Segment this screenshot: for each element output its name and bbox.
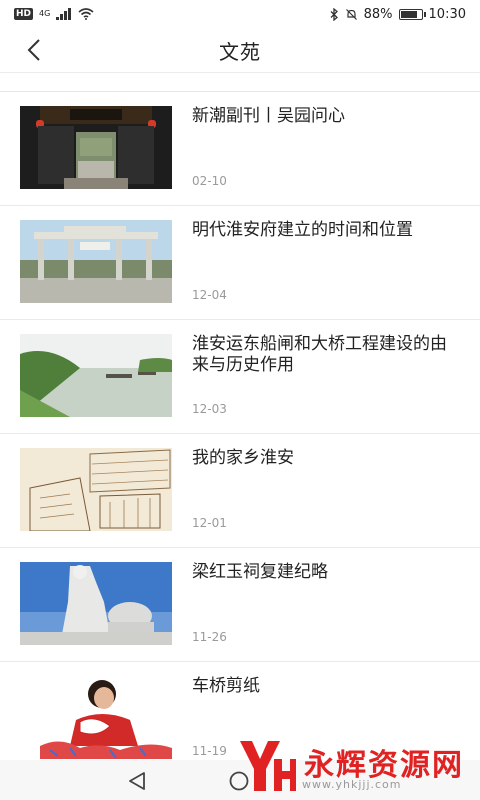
- article-title: 车桥剪纸: [192, 676, 260, 696]
- list-item[interactable]: 我的家乡淮安 12-01: [0, 434, 480, 548]
- mute-bell-icon: [345, 8, 357, 20]
- article-date: 02-10: [192, 174, 227, 188]
- article-title: 新潮副刊丨吴园问心: [192, 106, 345, 126]
- article-list: 新潮副刊丨吴园问心 02-10 明代淮安府建立的时间和位置 12-04 淮安运东…: [0, 92, 480, 775]
- watermark-logo: [240, 741, 296, 791]
- river-icon: [20, 334, 172, 417]
- chevron-left-icon: [27, 39, 40, 61]
- article-thumbnail: [20, 562, 172, 645]
- article-date: 11-26: [192, 630, 227, 644]
- nav-back-icon[interactable]: [126, 770, 148, 792]
- battery-icon: [398, 8, 426, 20]
- article-thumbnail: [20, 106, 172, 189]
- list-item[interactable]: 明代淮安府建立的时间和位置 12-04: [0, 206, 480, 320]
- signal-icon: [56, 8, 72, 20]
- article-date: 12-01: [192, 516, 227, 530]
- watermark-url: www.yhkjjj.com: [302, 778, 402, 791]
- clock-time: 10:30: [428, 6, 466, 22]
- article-thumbnail: [20, 448, 172, 531]
- battery-percent: 88%: [363, 6, 393, 22]
- status-bar: HD 4G 88% 10:30: [0, 0, 480, 28]
- article-thumbnail: [20, 676, 172, 759]
- hd-badge: HD: [14, 8, 34, 20]
- back-button[interactable]: [18, 34, 50, 66]
- watermark: 永辉资源网 www.yhkjjj.com: [236, 736, 472, 796]
- article-date: 11-19: [192, 744, 227, 758]
- network-type: 4G: [39, 9, 51, 18]
- page-title: 文苑: [219, 39, 261, 64]
- bluetooth-icon: [330, 7, 338, 21]
- statue-icon: [20, 562, 172, 645]
- archway-icon: [20, 220, 172, 303]
- papercut-icon: [20, 676, 172, 759]
- sketch-icon: [20, 448, 172, 531]
- list-item[interactable]: 梁红玉祠复建纪略 11-26: [0, 548, 480, 662]
- wifi-icon: [78, 8, 94, 20]
- article-title: 梁红玉祠复建纪略: [192, 562, 328, 582]
- article-date: 12-03: [192, 402, 227, 416]
- article-date: 12-04: [192, 288, 227, 302]
- article-title: 明代淮安府建立的时间和位置: [192, 220, 413, 240]
- list-item[interactable]: 淮安运东船闸和大桥工程建设的由来与历史作用 12-03: [0, 320, 480, 434]
- article-title: 淮安运东船闸和大桥工程建设的由来与历史作用: [192, 334, 447, 375]
- gate-icon: [20, 106, 172, 189]
- app-header: 文苑: [0, 28, 480, 72]
- article-title: 我的家乡淮安: [192, 448, 294, 468]
- battery-fill: [400, 10, 418, 18]
- list-top-spacer: [0, 73, 480, 91]
- article-thumbnail: [20, 220, 172, 303]
- list-item[interactable]: 新潮副刊丨吴园问心 02-10: [0, 92, 480, 206]
- article-thumbnail: [20, 334, 172, 417]
